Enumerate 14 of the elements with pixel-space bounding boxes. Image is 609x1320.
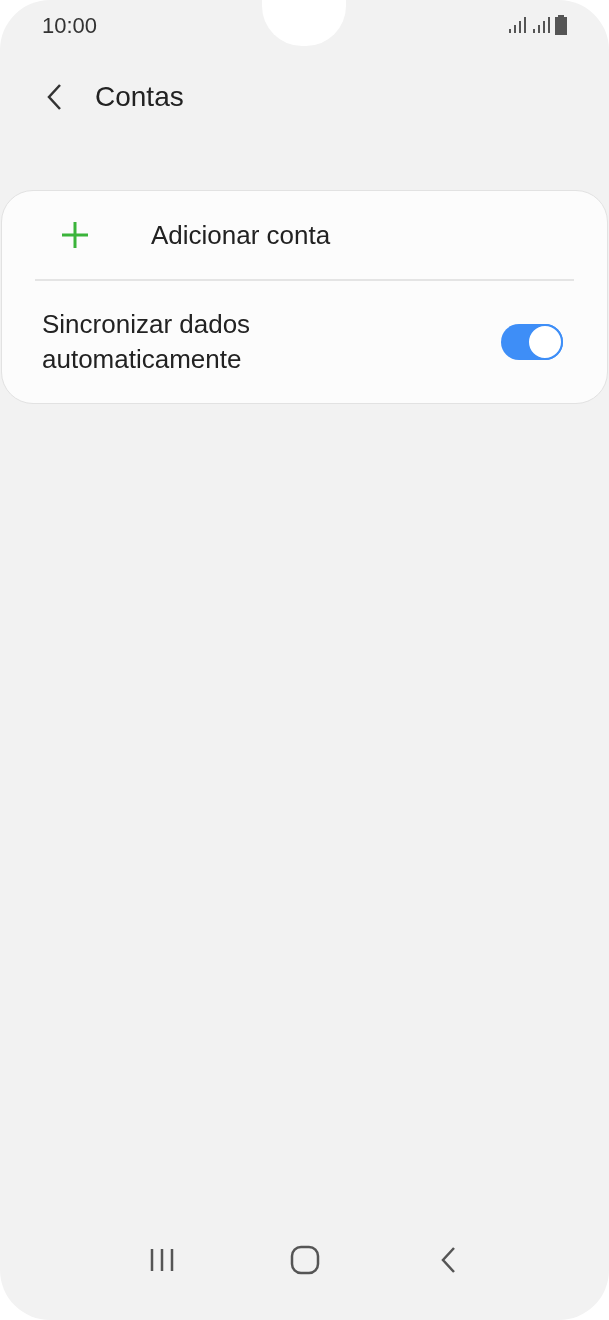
back-icon — [439, 1246, 456, 1274]
signal-icon — [507, 17, 527, 35]
row-label: Sincronizar dados automaticamente — [42, 308, 252, 376]
toggle-switch[interactable] — [501, 324, 563, 360]
recent-apps-icon — [148, 1248, 175, 1272]
home-icon — [289, 1245, 320, 1275]
battery-icon — [555, 15, 567, 35]
back-icon — [46, 83, 62, 111]
page-title: Contas — [95, 80, 184, 114]
row-label: Adicionar conta — [151, 218, 331, 252]
signal-icon — [531, 17, 551, 35]
status-time: 10:00 — [42, 11, 98, 40]
plus-icon — [60, 220, 90, 250]
add-account-row[interactable]: Adicionar conta — [2, 191, 607, 279]
